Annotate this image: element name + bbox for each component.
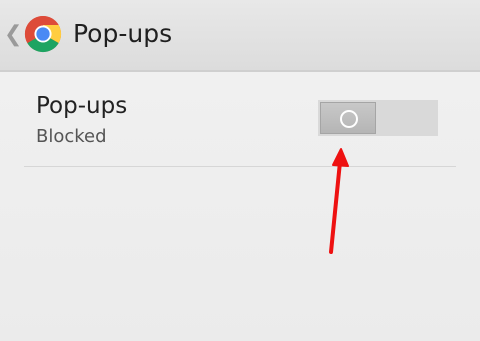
action-bar: ❮ Pop-ups <box>0 0 480 72</box>
switch-thumb[interactable] <box>320 102 376 134</box>
preference-summary: Blocked <box>36 126 107 147</box>
off-circle-icon <box>340 110 358 128</box>
chevron-left-icon[interactable]: ❮ <box>4 22 22 48</box>
chrome-logo-icon[interactable] <box>24 15 62 53</box>
settings-content: Pop-ups Blocked <box>0 72 480 341</box>
popups-preference-row[interactable]: Pop-ups Blocked <box>24 88 456 167</box>
page-title: Pop-ups <box>73 19 173 48</box>
preference-title: Pop-ups <box>36 93 128 119</box>
popups-toggle-switch[interactable] <box>318 100 438 136</box>
